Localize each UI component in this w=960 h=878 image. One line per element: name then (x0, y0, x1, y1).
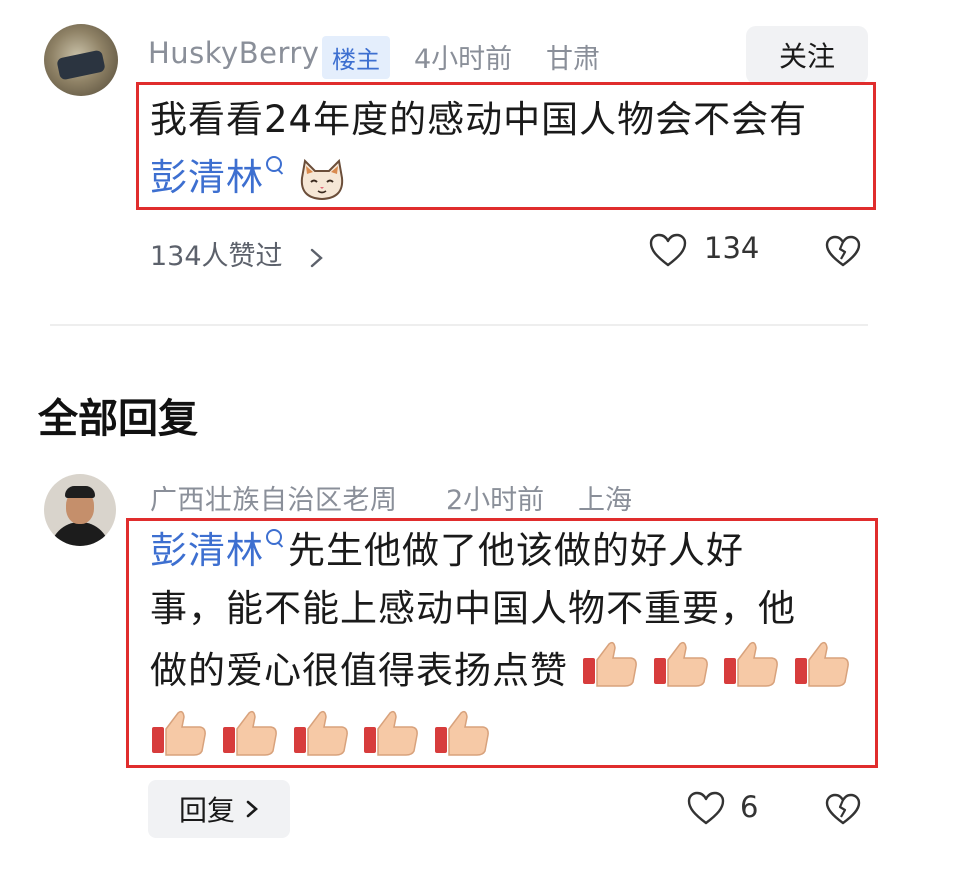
reply-comment-line1: 彭清林 先生他做了他该做的好人好 (150, 522, 870, 580)
op-comment-line1: 我看看24年度的感动中国人物会不会有 (150, 98, 808, 141)
thumbs-up-emoji-icon (652, 638, 710, 707)
thumbs-up-emoji-icon (722, 638, 780, 707)
reply-comment-text: 彭清林 先生他做了他该做的好人好 事，能不能上感动中国人物不重要，他 做的爱心很值… (150, 522, 870, 776)
reply-location: 上海 (578, 485, 632, 516)
divider (50, 324, 868, 326)
thumbs-up-emoji-icon (150, 707, 208, 776)
cat-emoji-icon (300, 158, 344, 200)
op-liked-by-text: 134人赞过 (150, 241, 283, 272)
reply-time: 2小时前 (446, 485, 545, 516)
thumbs-up-emoji-icon (581, 638, 639, 707)
reply-comment-line3: 做的爱心很值得表扬点赞 (150, 638, 870, 707)
heart-outline-icon[interactable] (686, 790, 726, 826)
op-like-count: 134 (704, 231, 760, 265)
op-time: 4小时前 (414, 44, 513, 75)
op-location: 甘肃 (546, 44, 600, 75)
search-icon (266, 529, 282, 545)
thumbs-up-emoji-icon (793, 638, 851, 707)
op-avatar[interactable] (44, 24, 118, 96)
reply-comment-line4 (150, 707, 870, 776)
reply-mention-link[interactable]: 彭清林 (150, 529, 264, 572)
thumbs-up-emoji-icon (433, 707, 491, 776)
follow-button[interactable]: 关注 (746, 26, 868, 84)
search-icon (266, 156, 282, 172)
reply-button[interactable]: 回复 (148, 780, 290, 838)
chevron-right-icon (310, 248, 323, 267)
reply-comment-line2: 事，能不能上感动中国人物不重要，他 (150, 587, 796, 630)
thumbs-up-emoji-icon (292, 707, 350, 776)
broken-heart-icon[interactable] (824, 234, 862, 268)
broken-heart-icon[interactable] (824, 792, 862, 826)
chevron-right-icon (246, 800, 258, 818)
thumbs-up-emoji-icon (362, 707, 420, 776)
op-mention-link[interactable]: 彭清林 (150, 156, 264, 199)
op-badge: 楼主 (322, 36, 390, 79)
op-comment-text: 我看看24年度的感动中国人物会不会有 彭清林 (150, 91, 870, 207)
op-liked-by-link[interactable]: 134人赞过 (150, 234, 325, 273)
reply-username[interactable]: 广西壮族自治区老周 (150, 478, 398, 517)
reply-avatar[interactable] (44, 474, 116, 546)
reply-text-part1: 先生他做了他该做的好人好 (288, 529, 744, 572)
reply-button-label: 回复 (178, 794, 235, 827)
heart-outline-icon[interactable] (648, 232, 688, 268)
thumbs-up-emoji-icon (221, 707, 279, 776)
section-title: 全部回复 (38, 396, 198, 442)
reply-like-count: 6 (740, 790, 759, 824)
reply-text-part3: 做的爱心很值得表扬点赞 (150, 649, 568, 692)
op-comment-line2: 彭清林 (150, 149, 870, 207)
op-username[interactable]: HuskyBerry (148, 36, 319, 70)
